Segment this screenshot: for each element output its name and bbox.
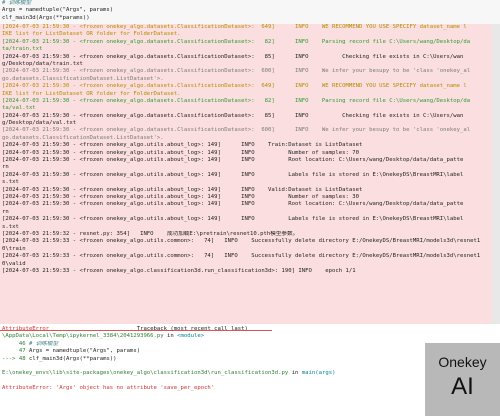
watermark-line2: AI: [451, 373, 474, 400]
log-scrollbar[interactable]: [492, 24, 500, 324]
traceback-line-text: clf_main3d(Args(**params)): [28, 355, 117, 362]
traceback-code-line: 47 Args = namedtuple("Args", params): [2, 348, 498, 355]
log-line: s.txt: [2, 223, 19, 230]
code-comment-line: # 训练模型: [2, 0, 32, 6]
log-line: 0\train: [2, 245, 26, 252]
traceback-file-path: \AppData\Local\Temp\ipykernel_3384\20412…: [2, 333, 164, 340]
log-line: IKE list for ListDataset OR folder for F…: [2, 90, 181, 97]
log-line: [2024-07-03 21:59:30 - <frozen onekey_al…: [2, 127, 471, 134]
log-line: [2024-07-03 21:59:30 - <frozen onekey_al…: [2, 157, 464, 164]
log-line: [2024-07-03 21:59:30 - <frozen onekey_al…: [2, 53, 464, 60]
log-line: 0\valid: [2, 260, 26, 267]
log-line: [2024-07-03 21:59:32 - resnet.py: 354] I…: [2, 230, 299, 237]
traceback-blank: [2, 363, 498, 370]
traceback-in-word: in: [167, 333, 174, 340]
log-line: [2024-07-03 21:59:33 - <frozen onekey_al…: [2, 253, 481, 260]
log-line: [2024-07-03 21:59:30 - <frozen onekey_al…: [2, 186, 363, 193]
log-line: [2024-07-03 21:59:30 - <frozen onekey_al…: [2, 24, 467, 30]
log-line: g/Desktop/data/train.txt: [2, 60, 83, 67]
traceback-in-word-2: in: [291, 370, 299, 377]
traceback-line-number: 46: [18, 340, 26, 347]
log-line: [2024-07-03 21:59:30 - <frozen onekey_al…: [2, 193, 359, 200]
traceback-file-line: \AppData\Local\Temp\ipykernel_3384\20412…: [2, 333, 498, 340]
log-line: [2024-07-03 21:59:30 - <frozen onekey_al…: [2, 83, 467, 90]
log-line: rn: [2, 208, 9, 215]
log-line: go.datasets.ClassificationDataset.ListDa…: [2, 134, 164, 141]
log-line: [2024-07-03 21:59:33 - <frozen onekey_al…: [2, 267, 356, 274]
log-line: rn: [2, 164, 9, 171]
traceback-line-text: Args = namedtuple("Args", params): [28, 348, 141, 355]
traceback-file2-path: E:\onekey_envs\lib\site-packages\onekey_…: [2, 370, 289, 377]
log-line: [2024-07-03 21:59:30 - <frozen onekey_al…: [2, 38, 471, 45]
log-line: [2024-07-03 21:59:30 - <frozen onekey_al…: [2, 171, 464, 178]
traceback-header: AttributeError Traceback (most recent ca…: [2, 326, 498, 333]
watermark-line1: Onekey: [438, 354, 487, 370]
log-line: [2024-07-03 21:59:30 - <frozen onekey_al…: [2, 149, 359, 156]
traceback-file2-line: E:\onekey_envs\lib\site-packages\onekey_…: [2, 370, 498, 377]
traceback-func2: main(args): [301, 370, 336, 377]
traceback-blank: [2, 378, 498, 385]
traceback-code-line-current: ---> 48 clf_main3d(Args(**params)): [2, 356, 498, 363]
traceback-line-text: # 训练模型: [28, 340, 59, 347]
log-line: [2024-07-03 21:59:30 - <frozen onekey_al…: [2, 112, 464, 119]
log-line: go.datasets.ClassificationDataset.ListDa…: [2, 75, 164, 82]
onekey-ai-watermark: Onekey AI: [425, 343, 500, 416]
error-message: AttributeError: 'Args' object has no att…: [2, 385, 215, 392]
code-line-call: clf_main3d(Args(**params)): [2, 14, 90, 21]
log-line: [2024-07-03 21:59:33 - <frozen onekey_al…: [2, 238, 481, 245]
code-line-args: Args = namedtuple("Args", params): [2, 7, 114, 14]
log-line: ta/val.txt: [2, 105, 36, 112]
log-line: IKE list for ListDataset OR folder for F…: [2, 31, 181, 38]
traceback-line-number: 48: [18, 355, 26, 362]
log-line: s.txt: [2, 179, 19, 186]
traceback-header-right: Traceback (most recent call last): [136, 326, 248, 332]
log-line: [2024-07-03 21:59:30 - <frozen onekey_al…: [2, 97, 471, 104]
log-line: [2024-07-03 21:59:30 - <frozen onekey_al…: [2, 216, 464, 223]
log-line: [2024-07-03 21:59:30 - <frozen onekey_al…: [2, 68, 471, 75]
code-cell[interactable]: # 训练模型 Args = namedtuple("Args", params)…: [0, 0, 500, 24]
log-line: [2024-07-03 21:59:30 - <frozen onekey_al…: [2, 142, 363, 149]
log-line: ta/train.txt: [2, 46, 43, 53]
traceback-module: <module>: [177, 333, 205, 340]
log-line: g/Desktop/data/val.txt: [2, 120, 77, 127]
traceback-code-line: 46 # 训练模型: [2, 341, 498, 348]
traceback-arrow: --->: [2, 355, 16, 362]
traceback-line-number: 47: [18, 348, 26, 355]
log-output-panel: [2024-07-03 21:59:30 - <frozen onekey_al…: [0, 24, 492, 324]
error-name: AttributeError: [2, 326, 50, 332]
log-line: [2024-07-03 21:59:30 - <frozen onekey_al…: [2, 201, 464, 208]
